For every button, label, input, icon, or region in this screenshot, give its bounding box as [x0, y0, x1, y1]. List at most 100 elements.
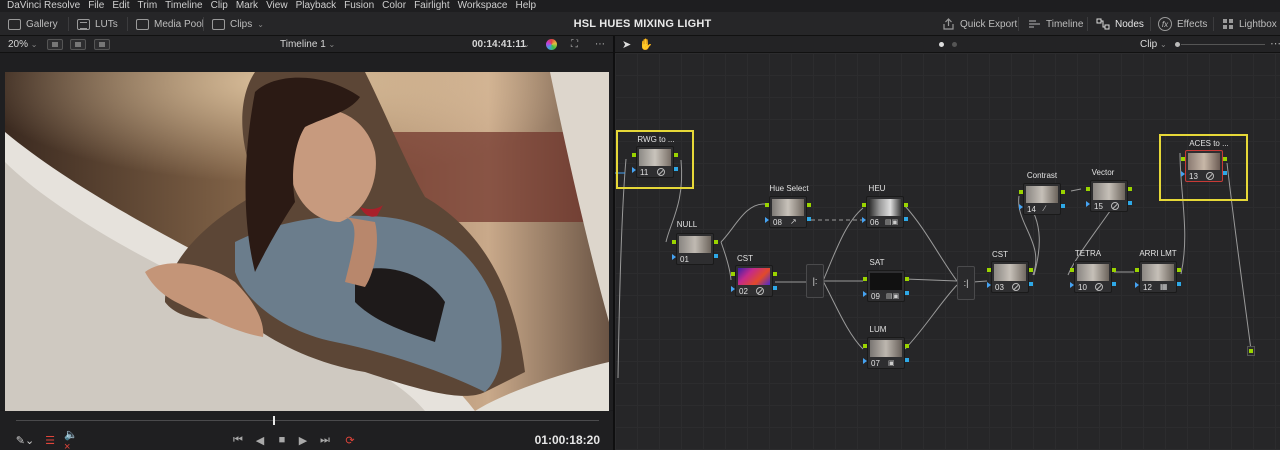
node-number: 02	[739, 287, 748, 296]
toolbar-divider	[1150, 17, 1151, 31]
quick-export-button[interactable]: Quick Export	[942, 12, 1017, 36]
toolbar-divider	[127, 17, 128, 31]
mute-audio-icon[interactable]: 🔈×	[64, 429, 80, 450]
node-mode-select[interactable]: Clip ⌄	[1140, 36, 1167, 53]
more-options-icon[interactable]: ⋯	[1270, 36, 1280, 53]
menu-edit[interactable]: Edit	[108, 0, 133, 12]
menu-trim[interactable]: Trim	[134, 0, 162, 12]
chevron-down-icon: ⌄	[30, 40, 38, 49]
node-editor-header: ➤ ✋ Clip ⌄ ⋯	[615, 36, 1280, 53]
node-08[interactable]: 08 ↗	[765, 196, 811, 228]
lightbox-label: Lightbox	[1239, 18, 1277, 30]
go-to-start-icon[interactable]: ⏮	[230, 432, 246, 448]
node-09[interactable]: 09 ▤▣	[863, 270, 909, 302]
disabled-icon	[1206, 172, 1214, 180]
fullscreen-icon[interactable]: ⛶	[571, 36, 578, 53]
nodes-icon	[1096, 18, 1110, 30]
transport-bar: ✎⌄ ☰ 🔈× ⏮ ◀ ■ ▶ ⏭ ⟳ 01:00:18:20	[0, 411, 613, 450]
node-thumbnail	[1188, 153, 1220, 170]
single-viewer-icon[interactable]	[47, 39, 63, 50]
lut-icon: ▦	[1160, 282, 1168, 291]
node-03[interactable]: 03	[987, 261, 1033, 293]
stop-icon[interactable]: ■	[274, 432, 290, 448]
zoom-slider-handle[interactable]	[1175, 42, 1180, 47]
nodes-button[interactable]: Nodes	[1096, 12, 1144, 36]
viewer-timecode: 00:14:41:11	[472, 39, 526, 50]
node-14[interactable]: 14 ∕	[1019, 183, 1065, 215]
zoom-slider-track[interactable]	[1181, 44, 1265, 45]
node-10[interactable]: 10	[1070, 261, 1116, 293]
toolbar-divider	[1213, 17, 1214, 31]
page-dot[interactable]	[952, 42, 957, 47]
menu-file[interactable]: File	[84, 0, 108, 12]
gallery-button[interactable]: Gallery	[8, 12, 58, 36]
split-viewer-icon[interactable]	[70, 39, 86, 50]
media-pool-button[interactable]: Media Pool	[136, 12, 204, 36]
gallery-icon	[8, 18, 21, 30]
clips-button[interactable]: Clips ⌄	[212, 12, 264, 36]
menu-fusion[interactable]: Fusion	[340, 0, 378, 12]
menu-color[interactable]: Color	[378, 0, 410, 12]
node-06[interactable]: 06 ▤▣	[862, 196, 908, 228]
node-number: 03	[995, 283, 1004, 292]
loop-icon[interactable]: ⟳	[342, 432, 358, 448]
node-thumbnail	[994, 264, 1026, 281]
eyedropper-icon[interactable]: ✎⌄	[12, 432, 38, 448]
parallel-mixer-node[interactable]: |:	[806, 264, 824, 298]
node-label-01: NULL	[676, 220, 698, 229]
playhead[interactable]	[273, 416, 275, 425]
menu-app[interactable]: DaVinci Resolve	[3, 0, 84, 12]
effects-button[interactable]: fx Effects	[1158, 12, 1207, 36]
hand-icon[interactable]: ✋	[639, 38, 653, 51]
menu-help[interactable]: Help	[511, 0, 540, 12]
node-thumbnail	[870, 273, 902, 290]
menu-timeline[interactable]: Timeline	[161, 0, 206, 12]
menu-mark[interactable]: Mark	[232, 0, 262, 12]
go-to-end-icon[interactable]: ⏭	[317, 432, 333, 448]
disabled-icon	[1095, 283, 1103, 291]
node-11[interactable]: 11	[632, 146, 678, 178]
node-number: 10	[1078, 283, 1087, 292]
timeline-button[interactable]: Timeline	[1028, 12, 1083, 36]
node-12[interactable]: 12 ▦	[1135, 261, 1181, 293]
node-thumbnail	[1093, 183, 1125, 200]
pointer-icon[interactable]: ➤	[622, 38, 631, 51]
lightbox-icon	[1223, 19, 1233, 29]
chevron-down-icon: ⌄	[257, 19, 264, 29]
page-dot-active[interactable]	[939, 42, 944, 47]
viewer-image[interactable]	[5, 72, 609, 411]
scrubber-track[interactable]	[16, 420, 599, 421]
chevron-down-icon[interactable]: ⌄	[523, 36, 530, 53]
node-15[interactable]: 15	[1086, 180, 1132, 212]
menu-clip[interactable]: Clip	[207, 0, 232, 12]
menu-view[interactable]: View	[262, 0, 292, 12]
lightbox-button[interactable]: Lightbox	[1222, 12, 1277, 36]
more-options-icon[interactable]: ⋯	[595, 36, 605, 53]
color-wheel-icon[interactable]	[546, 39, 557, 50]
play-reverse-icon[interactable]: ◀	[252, 432, 268, 448]
node-number: 11	[640, 168, 649, 177]
menu-fairlight[interactable]: Fairlight	[410, 0, 454, 12]
output-node[interactable]	[1247, 346, 1255, 356]
chevron-down-icon: ⌄	[1160, 40, 1167, 49]
zoom-select[interactable]: 20% ⌄	[8, 36, 38, 53]
node-thumbnail	[738, 268, 770, 285]
luts-label: LUTs	[95, 18, 118, 30]
wipe-icon[interactable]	[94, 39, 110, 50]
clips-label: Clips	[230, 18, 253, 30]
layer-mixer-node[interactable]: :|	[957, 266, 975, 300]
menu-playback[interactable]: Playback	[292, 0, 341, 12]
luts-button[interactable]: LUTs	[77, 12, 118, 36]
node-02[interactable]: 02	[731, 265, 777, 297]
timeline-select[interactable]: Timeline 1 ⌄	[280, 36, 335, 53]
fx-icon: fx	[1158, 17, 1172, 31]
play-icon[interactable]: ▶	[295, 432, 311, 448]
transport-timecode: 01:00:18:20	[534, 433, 600, 447]
node-07[interactable]: 07 ▣	[863, 337, 909, 369]
toolbar-divider	[203, 17, 204, 31]
node-01[interactable]: 01	[672, 233, 718, 265]
menu-workspace[interactable]: Workspace	[454, 0, 512, 12]
highlight-icon[interactable]: ☰	[42, 432, 58, 448]
node-number: 01	[680, 255, 689, 264]
node-13[interactable]: 13	[1181, 150, 1227, 182]
